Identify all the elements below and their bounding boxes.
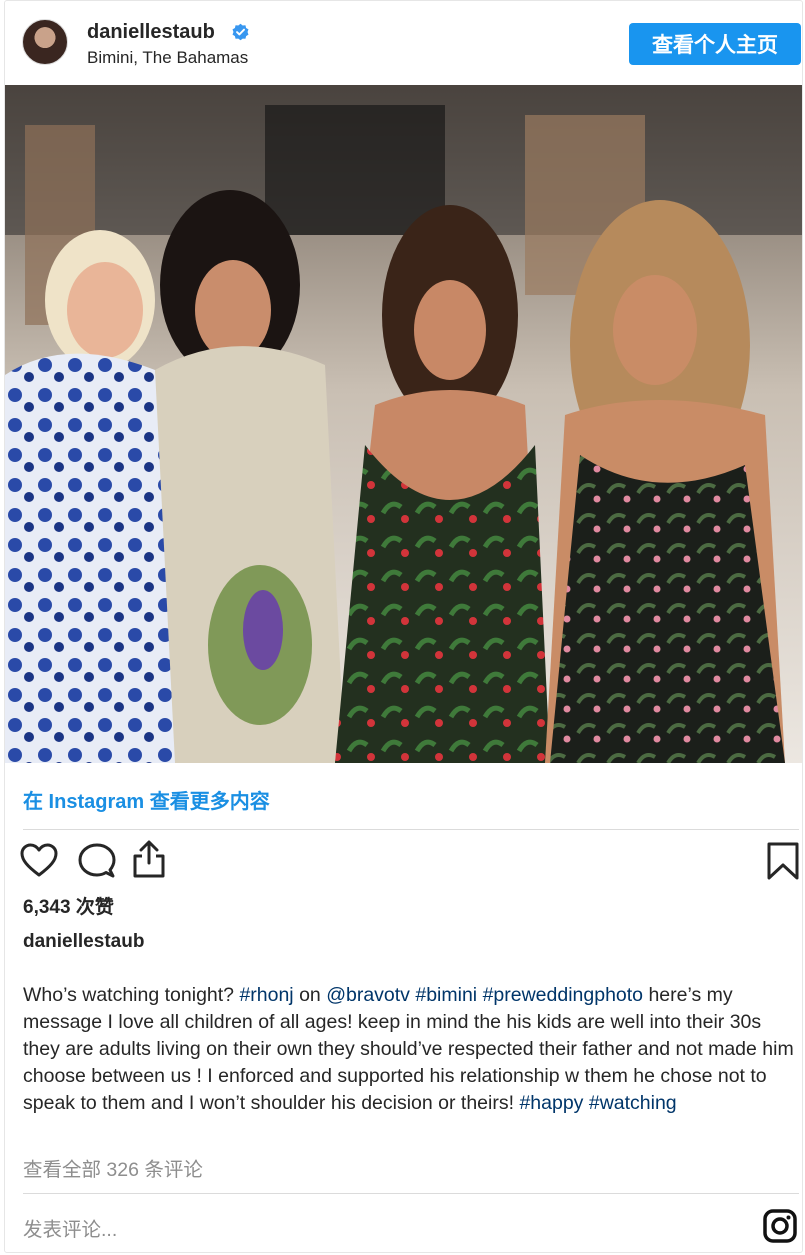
share-icon <box>133 840 165 878</box>
username[interactable]: daniellestaub <box>87 21 215 44</box>
view-more-on-instagram-link[interactable]: 在 Instagram 查看更多内容 <box>23 785 270 814</box>
instagram-icon[interactable] <box>762 1208 798 1244</box>
like-button[interactable] <box>19 841 59 881</box>
divider <box>23 829 799 830</box>
location[interactable]: Bimini, The Bahamas <box>87 48 248 68</box>
comment-button[interactable] <box>77 841 117 881</box>
add-comment-input[interactable]: 发表评论... <box>23 1213 117 1242</box>
caption-username[interactable]: daniellestaub <box>23 931 144 953</box>
hashtag-happy[interactable]: #happy <box>519 1092 583 1114</box>
hashtag-watching[interactable]: #watching <box>589 1092 677 1114</box>
instagram-embed-card: daniellestaub Bimini, The Bahamas 查看个人主页 <box>4 0 803 1253</box>
avatar[interactable] <box>22 19 68 65</box>
post-photo[interactable] <box>5 85 802 763</box>
hashtag-preweddingphoto[interactable]: #preweddingphoto <box>483 984 643 1006</box>
view-profile-button[interactable]: 查看个人主页 <box>629 23 801 65</box>
comment-icon <box>78 843 116 878</box>
caption-text: Who’s watching tonight? <box>23 984 240 1006</box>
hashtag-bimini[interactable]: #bimini <box>415 984 477 1006</box>
bookmark-icon <box>767 842 799 880</box>
hashtag-rhonj[interactable]: #rhonj <box>239 984 293 1006</box>
bookmark-button[interactable] <box>763 841 802 881</box>
post-photo-image <box>5 85 802 763</box>
caption-text: on <box>293 984 327 1006</box>
post-header: daniellestaub Bimini, The Bahamas 查看个人主页 <box>5 1 802 85</box>
share-button[interactable] <box>129 839 169 879</box>
verified-badge-icon <box>232 23 249 41</box>
mention-bravotv[interactable]: @bravotv <box>326 984 410 1006</box>
view-all-comments-link[interactable]: 查看全部 326 条评论 <box>23 1153 203 1182</box>
like-count[interactable]: 6,343 次赞 <box>23 892 114 919</box>
heart-icon <box>20 843 58 877</box>
post-caption: Who’s watching tonight? #rhonj on @bravo… <box>23 982 798 1117</box>
divider <box>23 1193 799 1194</box>
